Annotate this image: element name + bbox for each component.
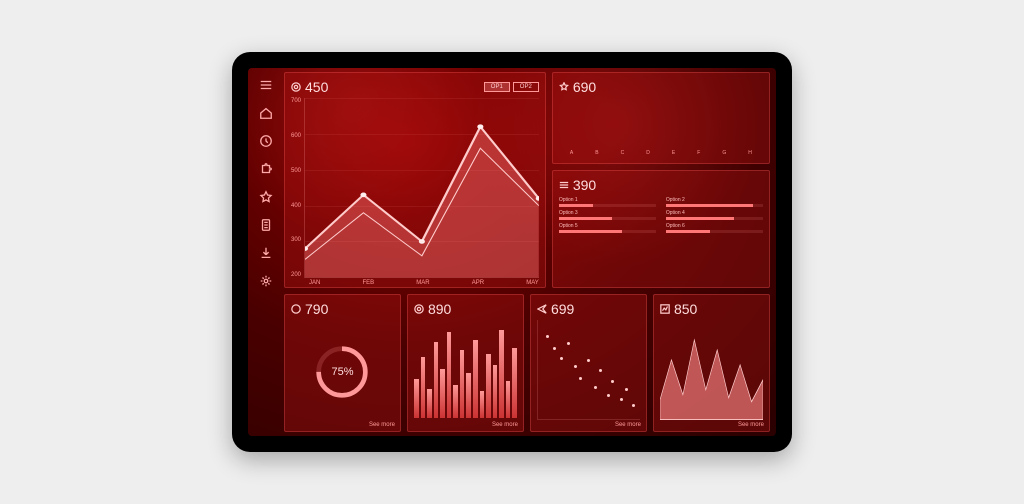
bar-plot: ABCDEFGH [559,98,763,156]
puzzle-icon[interactable] [259,162,273,176]
see-more-link[interactable]: See more [615,422,641,428]
progress-metric: 390 [573,177,596,193]
op1-button[interactable]: OP1 [484,82,510,92]
area-plot [304,98,539,278]
sbars-plot [414,320,517,420]
small-bars-panel: 890 See more [407,294,524,432]
progress-list: Option 1Option 2Option 3Option 4Option 5… [559,197,763,233]
area-x-axis: JANFEBMARAPRMAY [291,280,539,286]
target-icon [291,82,301,92]
clock-icon[interactable] [259,134,273,148]
scatter-panel: 699 See more [530,294,647,432]
area-chart-panel: 450 OP1 OP2 700600500400300200 JANFEBMAR… [284,72,546,288]
tablet-frame: 450 OP1 OP2 700600500400300200 JANFEBMAR… [232,52,792,452]
area-y-axis: 700600500400300200 [291,98,304,278]
bar-metric: 690 [573,79,596,95]
scatter-metric: 699 [551,301,574,317]
donut-chart: 75% [314,344,370,400]
sparkline-panel: 850 See more [653,294,770,432]
spark-metric: 850 [674,301,697,317]
download-icon[interactable] [259,246,273,260]
dashboard-content: 450 OP1 OP2 700600500400300200 JANFEBMAR… [284,68,776,436]
area-metric: 450 [305,79,328,95]
document-icon[interactable] [259,218,273,232]
gear-icon[interactable] [259,274,273,288]
op2-button[interactable]: OP2 [513,82,539,92]
progress-panel: 390 Option 1Option 2Option 3Option 4Opti… [552,170,770,289]
donut-panel: 790 75% See more [284,294,401,432]
send-icon [537,304,547,314]
donut-metric: 790 [305,301,328,317]
donut-percent: 75% [314,344,370,400]
bars-icon [559,180,569,190]
star-icon [559,82,569,92]
dashboard-screen: 450 OP1 OP2 700600500400300200 JANFEBMAR… [248,68,776,436]
see-more-link[interactable]: See more [492,422,518,428]
see-more-link[interactable]: See more [369,422,395,428]
star-icon[interactable] [259,190,273,204]
see-more-link[interactable]: See more [738,422,764,428]
circle-icon [291,304,301,314]
bar-chart-panel: 690 ABCDEFGH [552,72,770,164]
home-icon[interactable] [259,106,273,120]
chart-icon [660,304,670,314]
sidebar [248,68,284,436]
menu-icon[interactable] [259,78,273,92]
sbars-metric: 890 [428,301,451,317]
target-icon [414,304,424,314]
spark-plot [660,320,763,420]
scatter-plot [537,320,640,420]
